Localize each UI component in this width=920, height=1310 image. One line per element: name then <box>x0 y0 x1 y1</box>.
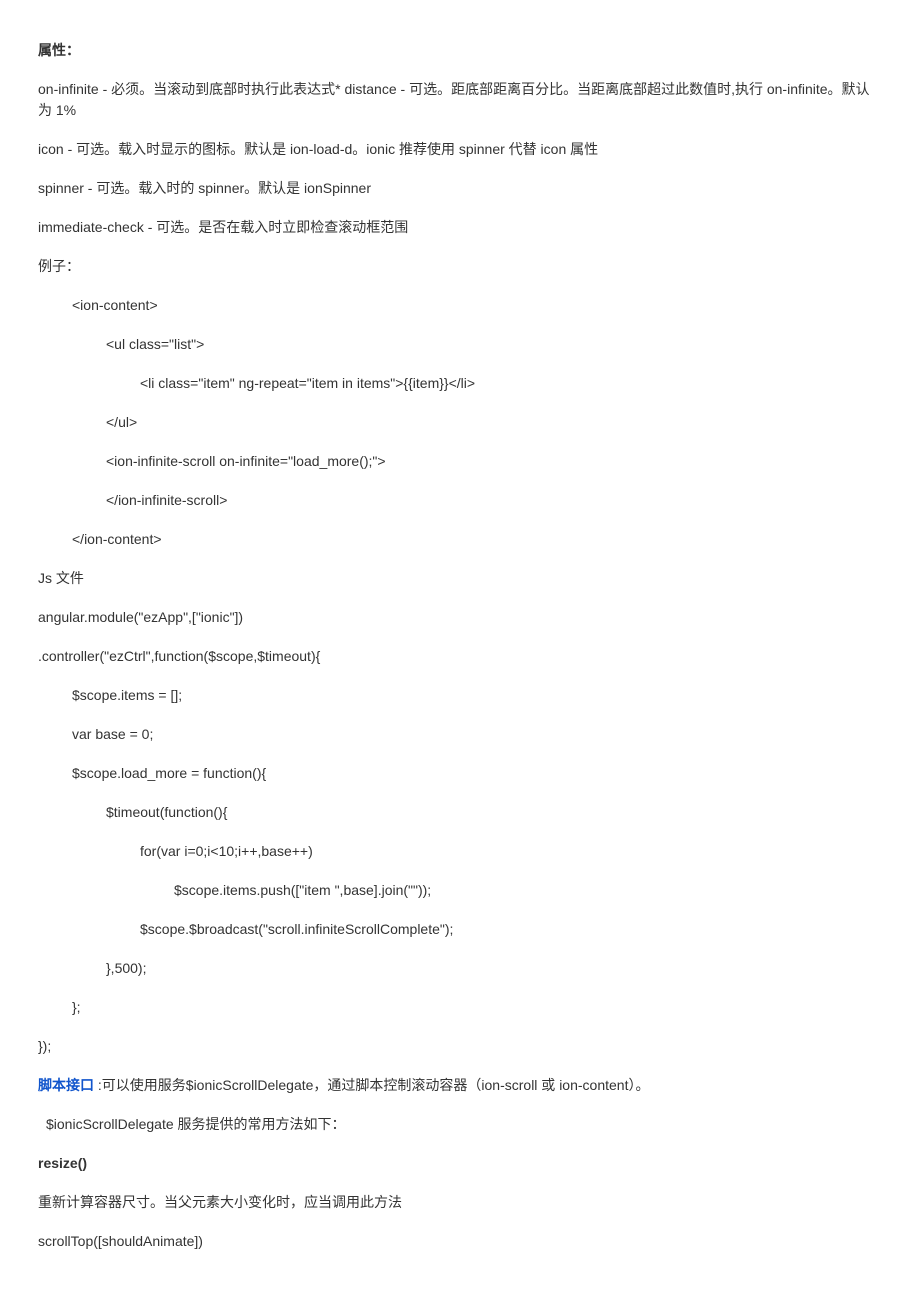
text-immediate-check: immediate-check - 可选。是否在载入时立即检查滚动框范围 <box>38 217 882 238</box>
label-script-interface: 脚本接口 <box>38 1077 94 1093</box>
text-on-infinite: on-infinite - 必须。当滚动到底部时执行此表达式* distance… <box>38 79 882 121</box>
text-spinner: spinner - 可选。载入时的 spinner。默认是 ionSpinner <box>38 178 882 199</box>
text-script-interface-desc: :可以使用服务$ionicScrollDelegate，通过脚本控制滚动容器（i… <box>94 1077 649 1093</box>
text-icon: icon - 可选。载入时显示的图标。默认是 ion-load-d。ionic … <box>38 139 882 160</box>
code-ul-close: </ul> <box>38 412 882 433</box>
text-resize-desc: 重新计算容器尺寸。当父元素大小变化时，应当调用此方法 <box>38 1192 882 1213</box>
code-fn-close: }; <box>38 997 882 1018</box>
code-timeout-close: },500); <box>38 958 882 979</box>
code-infinite-scroll-open: <ion-infinite-scroll on-infinite="load_m… <box>38 451 882 472</box>
code-ion-content-close: </ion-content> <box>38 529 882 550</box>
text-example: 例子： <box>38 256 882 277</box>
text-scroll-top: scrollTop([shouldAnimate]) <box>38 1231 882 1252</box>
code-broadcast: $scope.$broadcast("scroll.infiniteScroll… <box>38 919 882 940</box>
heading-resize: resize() <box>38 1153 882 1174</box>
code-push: $scope.items.push(["item ",base].join(""… <box>38 880 882 901</box>
text-script-interface: 脚本接口 :可以使用服务$ionicScrollDelegate，通过脚本控制滚… <box>38 1075 882 1096</box>
code-timeout: $timeout(function(){ <box>38 802 882 823</box>
text-delegate-methods: $ionicScrollDelegate 服务提供的常用方法如下： <box>38 1114 882 1135</box>
code-controller-close: }); <box>38 1036 882 1057</box>
code-load-more: $scope.load_more = function(){ <box>38 763 882 784</box>
code-ion-content-open: <ion-content> <box>38 295 882 316</box>
code-var-base: var base = 0; <box>38 724 882 745</box>
text-js-file: Js 文件 <box>38 568 882 589</box>
heading-attributes: 属性： <box>38 40 882 61</box>
code-li: <li class="item" ng-repeat="item in item… <box>38 373 882 394</box>
code-ul-open: <ul class="list"> <box>38 334 882 355</box>
code-for-loop: for(var i=0;i<10;i++,base++) <box>38 841 882 862</box>
code-controller: .controller("ezCtrl",function($scope,$ti… <box>38 646 882 667</box>
code-angular-module: angular.module("ezApp",["ionic"]) <box>38 607 882 628</box>
code-scope-items: $scope.items = []; <box>38 685 882 706</box>
code-infinite-scroll-close: </ion-infinite-scroll> <box>38 490 882 511</box>
